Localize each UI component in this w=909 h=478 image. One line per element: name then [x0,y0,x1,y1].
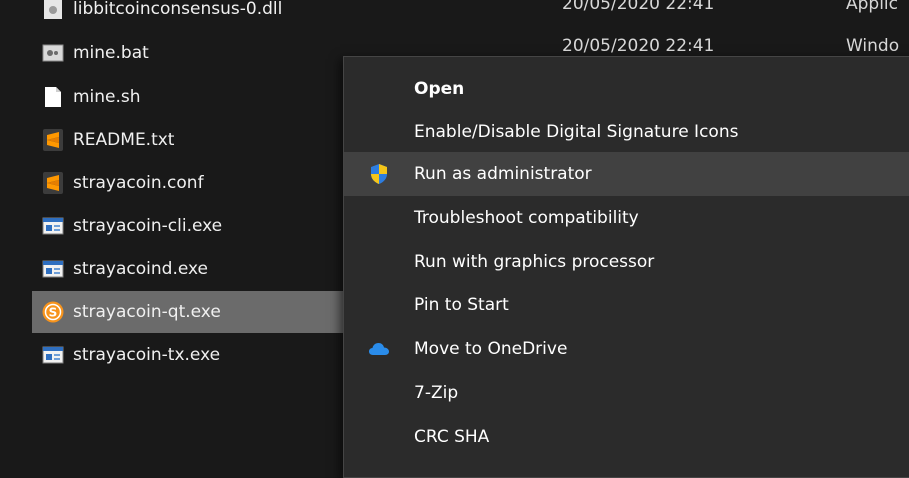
file-name: libbitcoinconsensus-0.dll [73,0,283,19]
menu-item-run-as-administrator[interactable]: Run as administrator [344,152,909,196]
file-name: strayacoin-cli.exe [73,216,223,236]
file-row[interactable]: README.txt [32,119,352,161]
blank-file-icon [41,86,65,108]
file-row[interactable]: strayacoin-cli.exe [32,205,352,247]
onedrive-cloud-icon [368,338,390,360]
sublime-text-icon [41,129,65,151]
file-row-selected[interactable]: S strayacoin-qt.exe [32,291,352,333]
file-date: 20/05/2020 22:41 [562,36,715,56]
file-row[interactable]: mine.sh [32,76,352,118]
menu-item-move-to-onedrive[interactable]: Move to OneDrive [344,327,909,371]
menu-item-label: Open [414,79,465,99]
file-name: strayacoind.exe [73,259,209,279]
dll-file-icon [41,0,65,20]
file-name: mine.bat [73,43,149,63]
menu-item-run-with-graphics-processor[interactable]: Run with graphics processor [344,240,909,284]
uac-shield-icon [368,163,390,185]
batch-file-icon [41,42,65,64]
exe-window-icon [41,344,65,366]
file-row-partial[interactable]: libbitcoinconsensus-0.dll [32,0,352,30]
strayacoin-logo-icon: S [41,301,65,323]
file-name: strayacoin-tx.exe [73,345,221,365]
file-row[interactable]: strayacoin.conf [32,162,352,204]
menu-item-label: Run as administrator [414,164,592,184]
menu-item-label: Pin to Start [414,295,509,315]
menu-item-label: Troubleshoot compatibility [414,208,639,228]
file-name: mine.sh [73,87,141,107]
menu-item-digital-signature-icons[interactable]: Enable/Disable Digital Signature Icons [344,110,909,154]
menu-item-7-zip[interactable]: 7-Zip [344,371,909,415]
menu-item-crc-sha[interactable]: CRC SHA [344,415,909,459]
file-name: strayacoin-qt.exe [73,302,221,322]
file-name: README.txt [73,130,175,150]
menu-item-pin-to-start[interactable]: Pin to Start [344,283,909,327]
file-row[interactable]: strayacoind.exe [32,248,352,290]
menu-item-label: Run with graphics processor [414,252,655,272]
exe-window-icon [41,215,65,237]
menu-item-label: Move to OneDrive [414,339,568,359]
menu-item-troubleshoot-compatibility[interactable]: Troubleshoot compatibility [344,196,909,240]
file-row[interactable]: mine.bat [32,32,352,74]
context-menu: Open Enable/Disable Digital Signature Ic… [343,56,909,478]
file-row[interactable]: strayacoin-tx.exe [32,334,352,376]
menu-item-label: CRC SHA [414,427,490,447]
exe-window-icon [41,258,65,280]
menu-item-open[interactable]: Open [344,67,909,111]
file-name: strayacoin.conf [73,173,204,193]
menu-item-label: 7-Zip [414,383,459,403]
file-date: 20/05/2020 22:41 [562,0,715,14]
sublime-text-icon [41,172,65,194]
svg-text:S: S [49,306,58,320]
file-type: Applic [846,0,899,14]
menu-item-label: Enable/Disable Digital Signature Icons [414,122,739,142]
file-type: Windo [846,36,900,56]
